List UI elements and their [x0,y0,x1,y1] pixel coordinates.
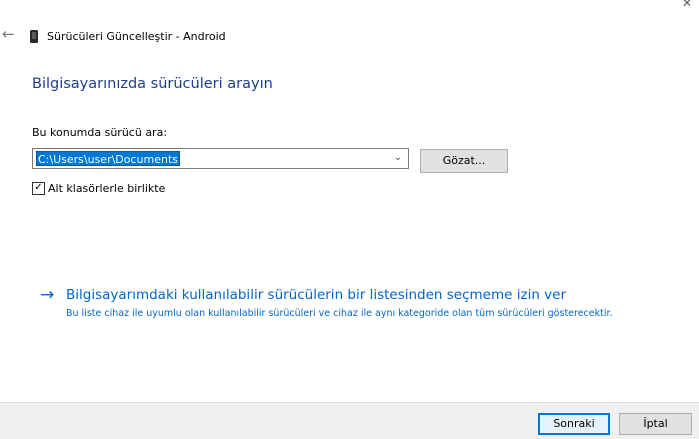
chevron-down-icon[interactable]: ⌄ [392,151,404,165]
search-location-label: Bu konumda sürücü ara: [32,126,168,139]
arrow-right-icon[interactable]: → [40,286,62,304]
include-subfolders-checkbox[interactable]: ✓ [32,181,45,195]
window-title: Sürücüleri Güncelleştir - Android [47,29,226,43]
include-subfolders-label[interactable]: Alt klasörlerle birlikte [48,182,165,195]
pick-from-list-title[interactable]: Bilgisayarımdaki kullanılabilir sürücüle… [66,287,566,303]
pick-from-list-description: Bu liste cihaz ile uyumlu olan kullanıla… [66,308,613,319]
phone-icon [30,29,38,43]
close-icon[interactable]: ✕ [682,0,694,9]
page-heading: Bilgisayarınızda sürücüleri arayın [32,76,273,92]
browse-button[interactable]: Gözat... [420,149,508,173]
search-path-combobox[interactable]: C:\Users\user\Documents ⌄ [32,148,409,169]
back-arrow-icon[interactable]: ← [2,26,18,42]
cancel-button[interactable]: İptal [619,413,692,435]
next-button[interactable]: Sonraki [538,413,610,435]
search-path-value[interactable]: C:\Users\user\Documents [36,151,181,166]
dialog-footer: Sonraki İptal [0,402,699,439]
include-subfolders-option[interactable]: ✓ Alt klasörlerle birlikte [32,181,165,195]
pick-from-list-link[interactable]: → Bilgisayarımdaki kullanılabilir sürücü… [40,286,640,346]
window-title-bar: Sürücüleri Güncelleştir - Android [30,28,226,44]
